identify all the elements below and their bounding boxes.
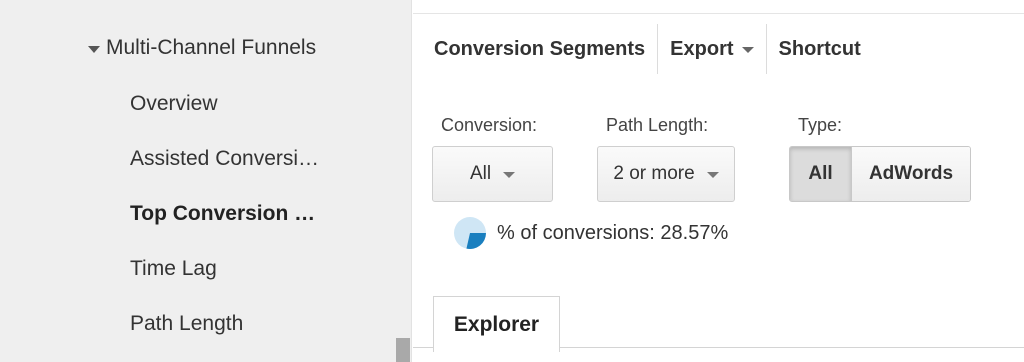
sidebar-item-path-length[interactable]: Path Length <box>130 312 243 336</box>
conversion-dropdown[interactable]: All <box>432 146 553 202</box>
type-option-all[interactable]: All <box>790 147 852 201</box>
sidebar-item-assisted-conversions[interactable]: Assisted Conversi… <box>130 147 319 171</box>
conversion-share-text: % of conversions: 28.57% <box>497 221 729 244</box>
sidebar-scrollbar[interactable] <box>396 338 410 362</box>
path-length-dropdown[interactable]: 2 or more <box>597 146 735 202</box>
chevron-down-icon <box>706 172 719 178</box>
sidebar: Multi-Channel Funnels Overview Assisted … <box>0 0 412 362</box>
conversion-dropdown-value: All <box>469 163 492 184</box>
main-panel: Conversion Segments Export Shortcut Conv… <box>413 0 1024 362</box>
sidebar-item-top-conversion-paths[interactable]: Top Conversion … <box>130 202 315 226</box>
path-length-filter-label: Path Length: <box>606 115 709 135</box>
tab-explorer[interactable]: Explorer <box>433 296 560 352</box>
pie-chart-icon <box>454 217 486 249</box>
conversion-segments-label: Conversion Segments <box>434 37 646 60</box>
expand-triangle-icon <box>88 45 100 53</box>
conversion-segments-button[interactable]: Conversion Segments <box>413 24 657 74</box>
export-button[interactable]: Export <box>658 24 765 74</box>
chevron-down-icon <box>741 47 754 53</box>
conversion-filter-label: Conversion: <box>441 115 538 135</box>
type-segmented-control: All AdWords <box>789 146 971 202</box>
sidebar-section-label: Multi-Channel Funnels <box>106 36 317 59</box>
chevron-down-icon <box>503 172 516 178</box>
path-length-dropdown-value: 2 or more <box>613 163 695 184</box>
shortcut-button[interactable]: Shortcut <box>767 24 873 74</box>
toolbar-divider <box>413 13 1024 14</box>
toolbar: Conversion Segments Export Shortcut <box>413 24 873 74</box>
type-filter-label: Type: <box>798 115 843 135</box>
sidebar-item-overview[interactable]: Overview <box>130 92 218 116</box>
type-option-adwords[interactable]: AdWords <box>852 147 970 201</box>
conversion-share-metric: % of conversions: 28.57% <box>453 216 728 250</box>
shortcut-label: Shortcut <box>778 37 861 60</box>
export-label: Export <box>670 37 734 60</box>
sidebar-section-multi-channel-funnels[interactable]: Multi-Channel Funnels <box>88 36 316 60</box>
sidebar-item-time-lag[interactable]: Time Lag <box>130 257 217 281</box>
